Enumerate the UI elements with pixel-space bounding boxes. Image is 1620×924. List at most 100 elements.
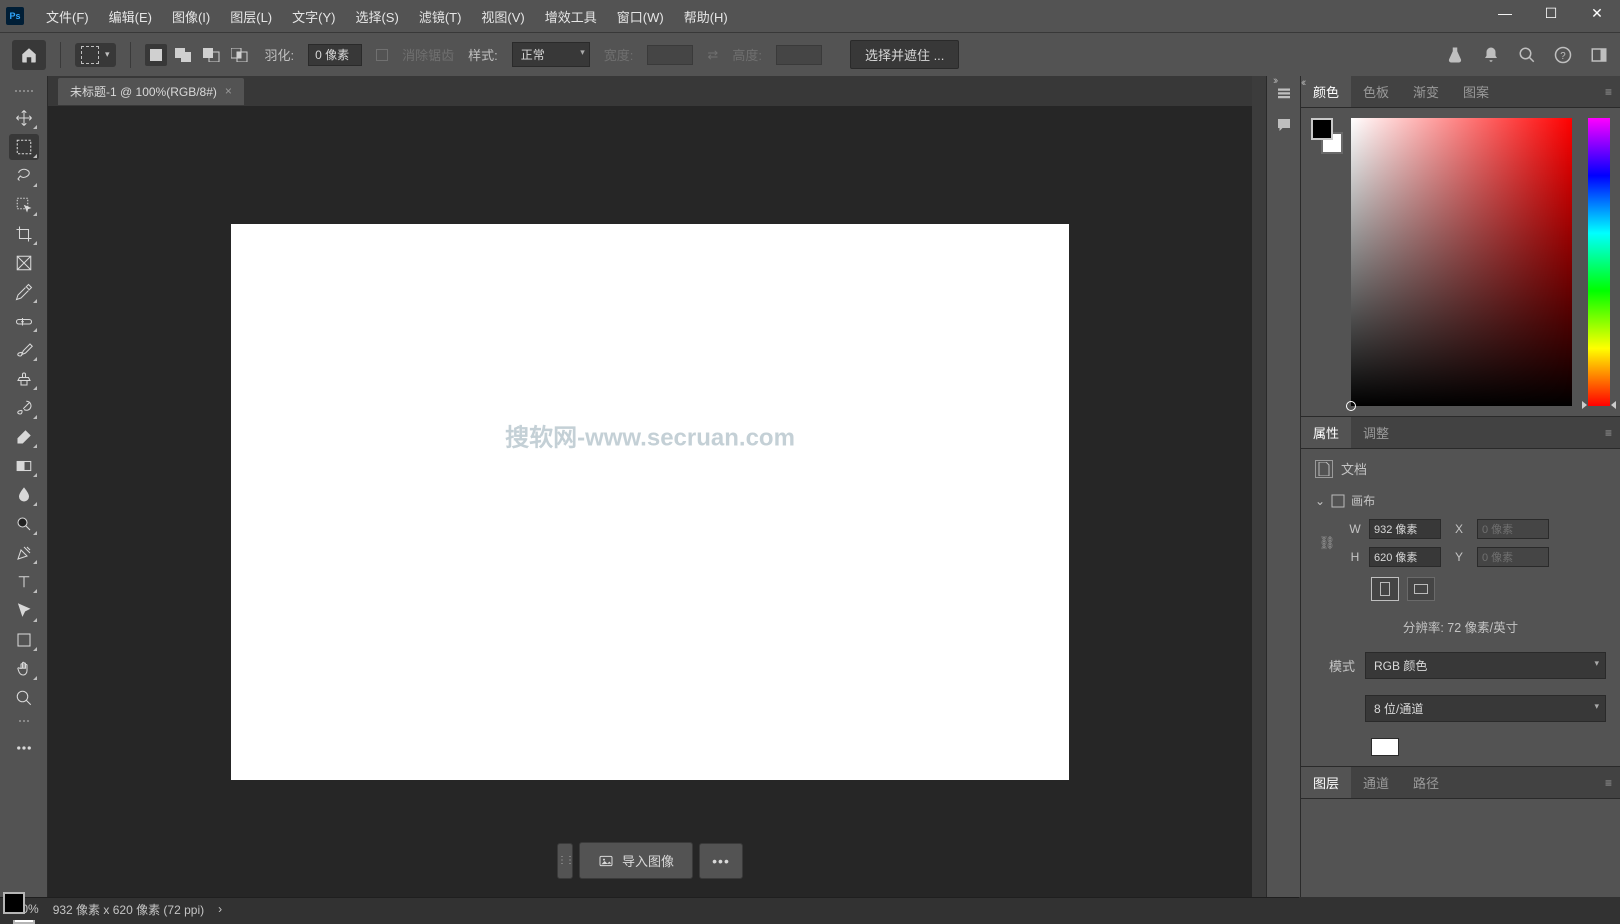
canvas-area: 未标题-1 @ 100%(RGB/8#) × 搜软网-www.secruan.c… [48,76,1252,897]
lasso-tool[interactable] [9,163,39,189]
panel-menu-icon[interactable]: ≡ [1597,426,1620,440]
history-panel-icon[interactable] [1275,84,1293,102]
tab-patterns[interactable]: 图案 [1451,76,1501,107]
canvas-vertical-scrollbar[interactable] [1252,76,1266,897]
tab-color[interactable]: 颜色 [1301,76,1351,107]
menu-filter[interactable]: 滤镜(T) [409,3,472,30]
selection-intersect[interactable] [229,44,251,66]
expand-panel-icon[interactable]: ›› [1273,75,1276,87]
eraser-tool[interactable] [9,424,39,450]
x-input [1477,519,1549,539]
import-image-button[interactable]: 导入图像 [579,842,693,879]
window-maximize[interactable]: ☐ [1528,0,1574,26]
object-select-tool[interactable] [9,192,39,218]
height-label: 高度: [732,45,762,64]
selection-add[interactable] [173,44,195,66]
menu-edit[interactable]: 编辑(E) [99,3,162,30]
bit-depth-select[interactable]: 8 位/通道 [1365,695,1606,722]
style-select[interactable]: 正常 [512,42,590,67]
menu-select[interactable]: 选择(S) [345,3,408,30]
workspace-switcher-icon[interactable] [1590,46,1608,64]
tab-paths[interactable]: 路径 [1401,767,1451,798]
move-tool[interactable] [9,105,39,131]
crop-tool[interactable] [9,221,39,247]
window-close[interactable]: ✕ [1574,0,1620,26]
landscape-button[interactable] [1407,577,1435,601]
hand-tool[interactable] [9,656,39,682]
panel-menu-icon[interactable]: ≡ [1597,776,1620,790]
ps-logo-icon: Ps [6,7,24,25]
help-icon[interactable]: ? [1554,46,1572,64]
bell-icon[interactable] [1482,46,1500,64]
frame-tool[interactable] [9,250,39,276]
tab-properties[interactable]: 属性 [1301,417,1351,448]
edit-toolbar[interactable] [9,735,39,761]
style-label: 样式: [468,45,498,64]
menu-view[interactable]: 视图(V) [471,3,534,30]
width-input[interactable] [1369,519,1441,539]
menu-type[interactable]: 文字(Y) [282,3,345,30]
taskbar-drag-handle[interactable]: ⋮⋮ [557,843,573,879]
path-select-tool[interactable] [9,598,39,624]
type-tool[interactable] [9,569,39,595]
taskbar-more-button[interactable]: ••• [699,843,743,879]
selection-new[interactable] [145,44,167,66]
color-field[interactable] [1351,118,1572,406]
panel-menu-icon[interactable]: ≡ [1597,85,1620,99]
y-label: Y [1447,550,1471,564]
zoom-tool[interactable] [9,685,39,711]
flask-icon[interactable] [1446,46,1464,64]
color-mode-select[interactable]: RGB 颜色 [1365,652,1606,679]
menu-window[interactable]: 窗口(W) [607,3,674,30]
collapse-panel-icon[interactable]: ‹‹ [1301,77,1304,89]
canvas[interactable]: 搜软网-www.secruan.com [231,224,1069,780]
history-brush-tool[interactable] [9,395,39,421]
status-arrow-icon[interactable]: › [218,902,222,916]
w-label: W [1347,522,1363,536]
eyedropper-tool[interactable] [9,279,39,305]
hue-indicator [1611,401,1616,409]
tab-gradients[interactable]: 渐变 [1401,76,1451,107]
close-document-icon[interactable]: × [225,84,232,98]
home-button[interactable] [12,40,46,70]
search-icon[interactable] [1518,46,1536,64]
comment-panel-icon[interactable] [1275,116,1293,134]
blur-tool[interactable] [9,482,39,508]
hue-slider[interactable] [1588,118,1610,406]
tab-layers[interactable]: 图层 [1301,767,1351,798]
pen-tool[interactable] [9,540,39,566]
healing-brush-tool[interactable] [9,308,39,334]
window-minimize[interactable]: — [1482,0,1528,26]
home-icon [20,46,38,64]
fg-color-swatch[interactable] [1311,118,1333,140]
canvas-section-header[interactable]: ⌄ 画布 [1315,492,1606,509]
menu-help[interactable]: 帮助(H) [674,3,738,30]
clone-stamp-tool[interactable] [9,366,39,392]
fg-bg-swatch[interactable] [1311,118,1343,154]
link-wh-icon[interactable]: ⛓ [1319,535,1335,551]
background-color-well[interactable] [1371,738,1399,756]
canvas-viewport[interactable]: 搜软网-www.secruan.com ⋮⋮ 导入图像 ••• [48,106,1252,897]
tab-adjustments[interactable]: 调整 [1351,417,1401,448]
menu-image[interactable]: 图像(I) [162,3,220,30]
tool-preset-picker[interactable]: ▾ [75,43,116,67]
document-tab[interactable]: 未标题-1 @ 100%(RGB/8#) × [58,78,244,105]
marquee-tool[interactable] [9,134,39,160]
height-input[interactable] [1369,547,1441,567]
doc-dimensions[interactable]: 932 像素 x 620 像素 (72 ppi) [53,901,204,918]
toolbar-grip[interactable] [9,90,39,96]
tab-swatches[interactable]: 色板 [1351,76,1401,107]
menu-file[interactable]: 文件(F) [36,3,99,30]
menu-plugins[interactable]: 增效工具 [535,3,607,30]
shape-tool[interactable] [9,627,39,653]
portrait-button[interactable] [1371,577,1399,601]
selection-subtract[interactable] [201,44,223,66]
brush-tool[interactable] [9,337,39,363]
toolbar-fg-swatch[interactable] [3,892,25,914]
menu-layer[interactable]: 图层(L) [220,3,282,30]
dodge-tool[interactable] [9,511,39,537]
tab-channels[interactable]: 通道 [1351,767,1401,798]
feather-input[interactable] [308,44,362,66]
gradient-tool[interactable] [9,453,39,479]
select-and-mask-button[interactable]: 选择并遮住 ... [850,40,959,69]
